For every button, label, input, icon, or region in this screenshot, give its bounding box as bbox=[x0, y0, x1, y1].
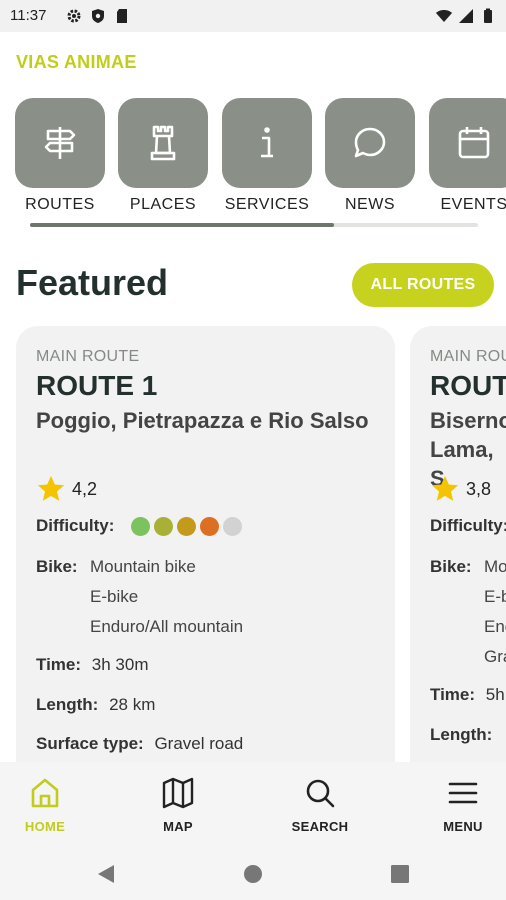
category-scroll-thumb[interactable] bbox=[30, 223, 334, 227]
time-value: 3h 30m bbox=[91, 655, 149, 674]
difficulty-indicator bbox=[131, 517, 243, 537]
route-kicker: MAIN ROUTE bbox=[430, 348, 506, 365]
back-triangle-icon[interactable] bbox=[94, 862, 118, 886]
status-time: 11:37 bbox=[10, 7, 47, 24]
hamburger-menu-icon bbox=[448, 782, 478, 804]
time-label: Time: bbox=[36, 655, 82, 674]
featured-heading: Featured bbox=[16, 262, 169, 303]
surface-row: Surface type: Gravel road bbox=[36, 734, 243, 754]
shield-icon bbox=[92, 9, 104, 23]
route-card[interactable]: MAIN ROUTE ROUTE 1 Poggio, Pietrapazza e… bbox=[16, 326, 395, 806]
bike-type: Mountain bike bbox=[90, 557, 196, 576]
signal-icon bbox=[459, 9, 473, 23]
nav-home[interactable]: HOME bbox=[0, 776, 95, 834]
chat-bubble-icon bbox=[354, 127, 386, 158]
time-row: Time: 5h bbox=[430, 685, 505, 705]
route-rating: 4,2 bbox=[36, 474, 97, 504]
battery-icon bbox=[484, 8, 492, 23]
bike-type: Gra bbox=[484, 647, 506, 666]
nav-label: MENU bbox=[443, 819, 483, 834]
app-brand: VIAS ANIMAE bbox=[16, 52, 137, 72]
difficulty-dot bbox=[200, 517, 220, 537]
bike-row: Bike: bbox=[36, 557, 84, 577]
nav-label: SEARCH bbox=[291, 819, 349, 834]
difficulty-label: Difficulty: bbox=[36, 516, 115, 535]
surface-label: Surface type: bbox=[36, 734, 144, 753]
status-bar: 11:37 bbox=[0, 0, 506, 32]
bike-type: Enc bbox=[484, 617, 506, 636]
category-label: PLACES bbox=[129, 196, 197, 213]
length-row: Length: 28 km bbox=[36, 695, 155, 715]
difficulty-dot bbox=[223, 517, 243, 537]
bike-type: E-b bbox=[484, 587, 506, 606]
length-label: Length: bbox=[36, 695, 99, 714]
star-icon bbox=[37, 475, 65, 501]
sd-card-icon bbox=[117, 9, 127, 23]
all-routes-button[interactable]: ALL ROUTES bbox=[352, 263, 494, 307]
difficulty-row: Difficulty: bbox=[430, 516, 506, 536]
star-icon bbox=[431, 475, 459, 501]
bike-list: Mountain bike E-bike Enduro/All mountain bbox=[90, 552, 243, 642]
recents-square-icon[interactable] bbox=[388, 862, 412, 886]
nav-map[interactable]: MAP bbox=[128, 776, 228, 834]
search-icon bbox=[306, 779, 335, 808]
signpost-icon bbox=[44, 127, 76, 159]
nav-search[interactable]: SEARCH bbox=[270, 776, 370, 834]
bike-label: Bike: bbox=[36, 557, 78, 576]
length-row: Length: bbox=[430, 725, 498, 745]
difficulty-dot bbox=[131, 517, 151, 537]
bike-type: Mo bbox=[484, 557, 506, 576]
rating-value: 4,2 bbox=[72, 478, 98, 499]
surface-value: Gravel road bbox=[154, 734, 244, 753]
category-label: NEWS bbox=[345, 196, 395, 213]
info-icon bbox=[261, 127, 273, 158]
route-subtitle: Poggio, Pietrapazza e Rio Salso bbox=[36, 408, 369, 433]
bike-row: Bike: bbox=[430, 557, 478, 577]
category-services[interactable]: SERVICES bbox=[222, 98, 312, 214]
difficulty-label: Difficulty: bbox=[430, 516, 506, 535]
gear-icon bbox=[67, 9, 81, 23]
category-places[interactable]: PLACES bbox=[118, 98, 208, 214]
wifi-icon bbox=[436, 10, 452, 22]
bike-list: Mo E-b Enc Gra bbox=[484, 552, 506, 672]
nav-menu[interactable]: MENU bbox=[413, 776, 506, 834]
route-rating: 3,8 bbox=[430, 474, 491, 504]
category-label: SERVICES bbox=[224, 196, 310, 213]
bike-label: Bike: bbox=[430, 557, 472, 576]
time-label: Time: bbox=[430, 685, 476, 704]
time-row: Time: 3h 30m bbox=[36, 655, 148, 675]
bike-type: E-bike bbox=[90, 587, 139, 606]
difficulty-dot bbox=[154, 517, 174, 537]
category-label: EVENTS bbox=[440, 196, 506, 213]
system-navigation-bar bbox=[0, 848, 506, 900]
length-label: Length: bbox=[430, 725, 493, 744]
category-carousel: ROUTES PLACES SERVICES NEWS EVENTS bbox=[0, 98, 506, 218]
route-kicker: MAIN ROUTE bbox=[36, 348, 140, 365]
nav-label: HOME bbox=[24, 819, 66, 834]
nav-label: MAP bbox=[163, 819, 193, 834]
category-label: ROUTES bbox=[25, 196, 95, 213]
category-news[interactable]: NEWS bbox=[325, 98, 415, 214]
category-events[interactable]: EVENTS bbox=[429, 98, 506, 214]
route-card[interactable]: MAIN ROUTE ROUTE Biserno Lama, S 3,8 Dif… bbox=[410, 326, 506, 806]
home-circle-icon[interactable] bbox=[241, 862, 265, 886]
difficulty-row: Difficulty: bbox=[36, 516, 243, 537]
map-icon bbox=[162, 777, 194, 809]
calendar-icon bbox=[458, 127, 490, 159]
difficulty-dot bbox=[177, 517, 197, 537]
route-name: ROUTE 1 bbox=[36, 370, 158, 401]
bike-type: Enduro/All mountain bbox=[90, 617, 244, 636]
tower-icon bbox=[150, 125, 176, 161]
rating-value: 3,8 bbox=[466, 478, 492, 499]
bottom-navigation: HOME MAP SEARCH MENU bbox=[0, 762, 506, 848]
category-routes[interactable]: ROUTES bbox=[15, 98, 105, 214]
home-icon bbox=[31, 778, 59, 808]
time-value: 5h bbox=[485, 685, 505, 704]
app-screen: 11:37 VIAS ANIMAE ROUTES PLACES SERVICES… bbox=[0, 0, 506, 900]
length-value: 28 km bbox=[109, 695, 156, 714]
route-name: ROUTE bbox=[430, 370, 506, 401]
